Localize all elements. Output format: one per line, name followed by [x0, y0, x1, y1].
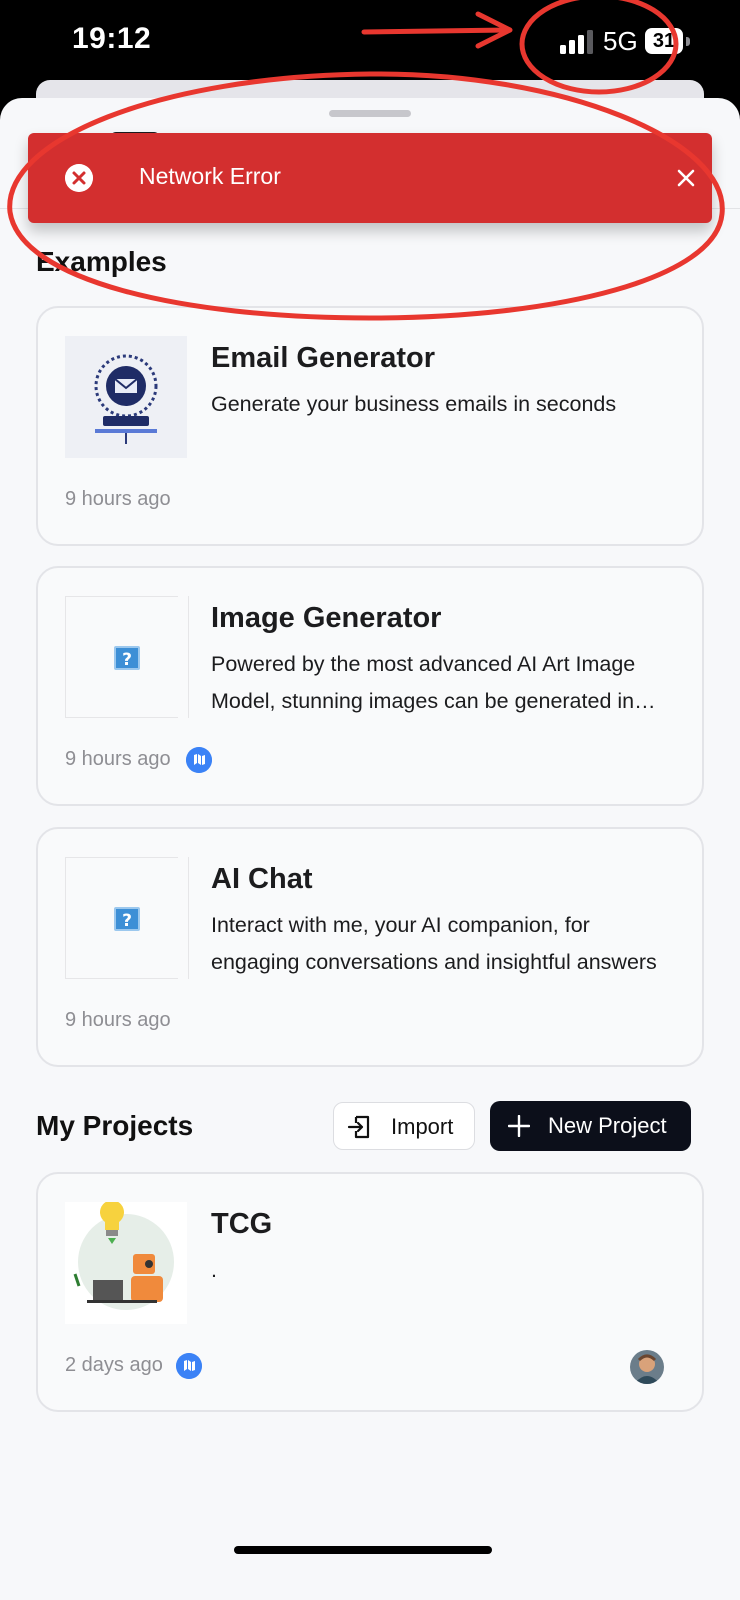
card-timestamp: 9 hours ago: [65, 748, 171, 770]
broken-image-icon: ?: [114, 646, 140, 670]
network-type: 5G: [603, 26, 638, 56]
card-timestamp: 9 hours ago: [65, 488, 171, 510]
projects-heading: My Projects: [36, 1110, 194, 1141]
battery-cap: [686, 37, 690, 46]
shared-badge-icon: [176, 1353, 202, 1379]
card-description: Interact with me, your AI companion, for…: [211, 913, 657, 974]
import-button[interactable]: Import: [333, 1102, 475, 1150]
home-indicator[interactable]: [234, 1546, 492, 1554]
import-icon: [347, 1115, 370, 1139]
broken-image-thumbnail: ?: [65, 596, 189, 718]
card-description: Generate your business emails in seconds: [211, 392, 617, 416]
close-icon[interactable]: [672, 164, 700, 192]
project-thumbnail: [65, 1202, 187, 1324]
examples-heading: Examples: [36, 246, 167, 277]
card-title: TCG: [211, 1208, 273, 1240]
example-card-chat[interactable]: ? AI Chat Interact with me, your AI comp…: [36, 827, 704, 1067]
import-label: Import: [391, 1114, 454, 1139]
broken-image-icon: ?: [114, 907, 140, 931]
sheet-grabber[interactable]: [329, 110, 411, 117]
error-circle-icon: [65, 164, 93, 192]
card-title: Image Generator: [211, 602, 442, 634]
card-title: Email Generator: [211, 342, 436, 374]
shared-badge-icon: [186, 747, 212, 773]
signal-icon: [560, 30, 593, 54]
card-title: AI Chat: [211, 863, 313, 895]
plus-icon: [508, 1115, 530, 1137]
battery-icon: 31: [645, 28, 683, 54]
avatar[interactable]: [630, 1350, 664, 1384]
example-card-email[interactable]: Email Generator Generate your business e…: [36, 306, 704, 546]
project-card[interactable]: TCG . 2 days ago: [36, 1172, 704, 1412]
error-toast: Network Error: [28, 133, 712, 223]
card-timestamp: 9 hours ago: [65, 1009, 171, 1031]
toast-message: Network Error: [139, 163, 281, 189]
example-card-image[interactable]: ? Image Generator Powered by the most ad…: [36, 566, 704, 806]
status-bar: 19:12 5G 31: [0, 0, 740, 90]
new-project-label: New Project: [548, 1113, 667, 1138]
clock: 19:12: [72, 22, 152, 55]
email-generator-thumbnail: [65, 336, 187, 458]
card-timestamp: 2 days ago: [65, 1354, 163, 1376]
card-description: .: [211, 1258, 217, 1282]
broken-image-thumbnail: ?: [65, 857, 189, 979]
new-project-button[interactable]: New Project: [490, 1101, 691, 1151]
card-description: Powered by the most advanced AI Art Imag…: [211, 652, 636, 713]
